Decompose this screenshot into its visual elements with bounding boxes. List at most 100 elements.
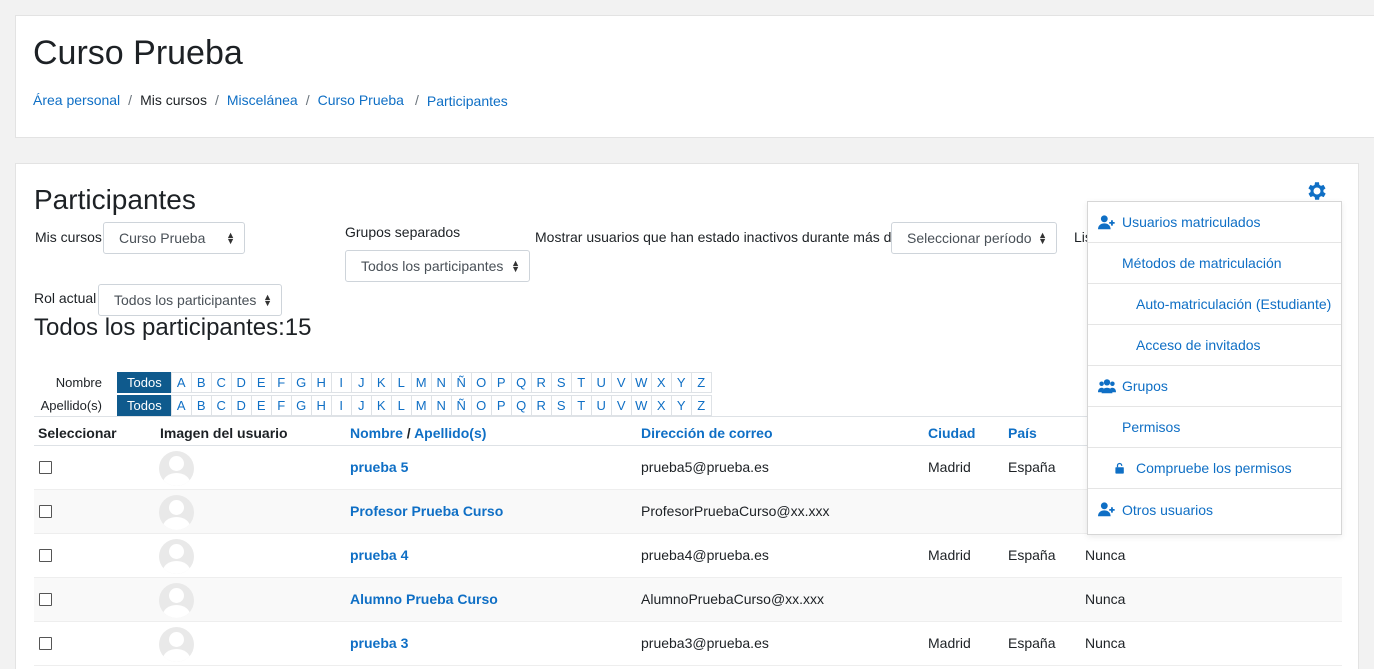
sort-country-link[interactable]: País xyxy=(1008,425,1037,441)
menu-item-guest-access[interactable]: Acceso de invitados xyxy=(1088,325,1341,366)
initial-first-ñ[interactable]: Ñ xyxy=(450,372,472,393)
initial-last-q[interactable]: Q xyxy=(510,395,532,416)
breadcrumb-miscelanea[interactable]: Miscelánea xyxy=(227,92,298,108)
first-name-initials-label: Nombre xyxy=(55,375,102,390)
menu-item-check-permissions[interactable]: Compruebe los permisos xyxy=(1088,448,1341,489)
initial-first-v[interactable]: V xyxy=(610,372,632,393)
menu-item-other-users[interactable]: Otros usuarios xyxy=(1088,489,1341,530)
initial-last-n[interactable]: N xyxy=(430,395,452,416)
user-name-link[interactable]: Profesor Prueba Curso xyxy=(350,503,503,519)
initial-last-d[interactable]: D xyxy=(230,395,252,416)
initial-first-h[interactable]: H xyxy=(310,372,332,393)
initial-last-y[interactable]: Y xyxy=(670,395,692,416)
breadcrumb-curso-prueba[interactable]: Curso Prueba xyxy=(318,92,404,108)
initial-first-p[interactable]: P xyxy=(490,372,512,393)
breadcrumb-area-personal[interactable]: Área personal xyxy=(33,92,120,108)
my-courses-select[interactable]: Curso Prueba ▲ ▼ xyxy=(103,222,245,254)
menu-item-label: Otros usuarios xyxy=(1122,501,1214,518)
initial-all-first[interactable]: Todos xyxy=(117,372,172,393)
select-checkbox[interactable] xyxy=(39,593,52,606)
initial-first-j[interactable]: J xyxy=(350,372,372,393)
user-name-link[interactable]: prueba 5 xyxy=(350,459,408,475)
breadcrumb-participantes[interactable]: Participantes xyxy=(427,93,508,109)
sort-first-name-link[interactable]: Nombre xyxy=(350,425,403,441)
participants-total: Todos los participantes:15 xyxy=(34,314,312,341)
initial-last-g[interactable]: G xyxy=(290,395,312,416)
menu-item-self-enrolment[interactable]: Auto-matriculación (Estudiante) xyxy=(1088,284,1341,325)
sort-email-link[interactable]: Dirección de correo xyxy=(641,425,773,441)
initial-last-u[interactable]: U xyxy=(590,395,612,416)
initial-last-x[interactable]: X xyxy=(650,395,672,416)
select-checkbox[interactable] xyxy=(39,505,52,518)
menu-item-groups[interactable]: Grupos xyxy=(1088,366,1341,407)
initial-last-a[interactable]: A xyxy=(170,395,192,416)
initial-first-m[interactable]: M xyxy=(410,372,432,393)
initial-first-u[interactable]: U xyxy=(590,372,612,393)
initial-first-e[interactable]: E xyxy=(250,372,272,393)
avatar[interactable] xyxy=(159,583,194,618)
user-name-link[interactable]: prueba 4 xyxy=(350,547,408,563)
initial-last-z[interactable]: Z xyxy=(690,395,712,416)
user-name-link[interactable]: Alumno Prueba Curso xyxy=(350,591,498,607)
initial-first-t[interactable]: T xyxy=(570,372,592,393)
initial-first-r[interactable]: R xyxy=(530,372,552,393)
initial-first-x[interactable]: X xyxy=(650,372,672,393)
initial-last-o[interactable]: O xyxy=(470,395,492,416)
user-name-link[interactable]: prueba 3 xyxy=(350,635,408,651)
gear-icon[interactable] xyxy=(1305,179,1329,203)
initial-first-a[interactable]: A xyxy=(170,372,192,393)
initial-last-h[interactable]: H xyxy=(310,395,332,416)
initial-first-i[interactable]: I xyxy=(330,372,352,393)
breadcrumb-mis-cursos: Mis cursos xyxy=(140,92,207,108)
menu-item-enrolment-methods[interactable]: Métodos de matriculación xyxy=(1088,243,1341,284)
initial-first-n[interactable]: N xyxy=(430,372,452,393)
initial-first-y[interactable]: Y xyxy=(670,372,692,393)
initial-last-m[interactable]: M xyxy=(410,395,432,416)
select-checkbox[interactable] xyxy=(39,549,52,562)
sort-last-name-link[interactable]: Apellido(s) xyxy=(414,425,486,441)
groups-select[interactable]: Todos los participantes ▲ ▼ xyxy=(345,250,530,282)
initial-first-g[interactable]: G xyxy=(290,372,312,393)
initial-first-s[interactable]: S xyxy=(550,372,572,393)
sort-city-link[interactable]: Ciudad xyxy=(928,425,975,441)
initial-last-r[interactable]: R xyxy=(530,395,552,416)
initial-first-z[interactable]: Z xyxy=(690,372,712,393)
initial-last-v[interactable]: V xyxy=(610,395,632,416)
initial-first-o[interactable]: O xyxy=(470,372,492,393)
avatar[interactable] xyxy=(159,451,194,486)
initial-first-w[interactable]: W xyxy=(630,372,652,393)
select-checkbox[interactable] xyxy=(39,637,52,650)
menu-item-label: Compruebe los permisos xyxy=(1136,460,1292,476)
initial-last-ñ[interactable]: Ñ xyxy=(450,395,472,416)
initial-first-c[interactable]: C xyxy=(210,372,232,393)
initial-last-b[interactable]: B xyxy=(190,395,212,416)
initial-first-f[interactable]: F xyxy=(270,372,292,393)
initial-last-f[interactable]: F xyxy=(270,395,292,416)
menu-item-enrolled-users[interactable]: Usuarios matriculados xyxy=(1088,202,1341,243)
initial-last-i[interactable]: I xyxy=(330,395,352,416)
initial-first-k[interactable]: K xyxy=(370,372,392,393)
initial-last-s[interactable]: S xyxy=(550,395,572,416)
initial-all-last[interactable]: Todos xyxy=(117,395,172,416)
avatar[interactable] xyxy=(159,539,194,574)
avatar[interactable] xyxy=(159,627,194,662)
inactive-period-select[interactable]: Seleccionar período ▲ ▼ xyxy=(891,222,1057,254)
initial-last-w[interactable]: W xyxy=(630,395,652,416)
initial-first-b[interactable]: B xyxy=(190,372,212,393)
initial-last-t[interactable]: T xyxy=(570,395,592,416)
initial-last-l[interactable]: L xyxy=(390,395,412,416)
initial-last-j[interactable]: J xyxy=(350,395,372,416)
initial-last-e[interactable]: E xyxy=(250,395,272,416)
avatar[interactable] xyxy=(159,495,194,530)
initial-first-l[interactable]: L xyxy=(390,372,412,393)
user-email: AlumnoPruebaCurso@xx.xxx xyxy=(641,591,825,607)
user-plus-icon xyxy=(1098,215,1115,230)
menu-item-permissions[interactable]: Permisos xyxy=(1088,407,1341,448)
initial-last-c[interactable]: C xyxy=(210,395,232,416)
initial-last-k[interactable]: K xyxy=(370,395,392,416)
select-checkbox[interactable] xyxy=(39,461,52,474)
initial-first-q[interactable]: Q xyxy=(510,372,532,393)
initial-first-d[interactable]: D xyxy=(230,372,252,393)
initial-last-p[interactable]: P xyxy=(490,395,512,416)
role-select[interactable]: Todos los participantes ▲ ▼ xyxy=(98,284,282,316)
